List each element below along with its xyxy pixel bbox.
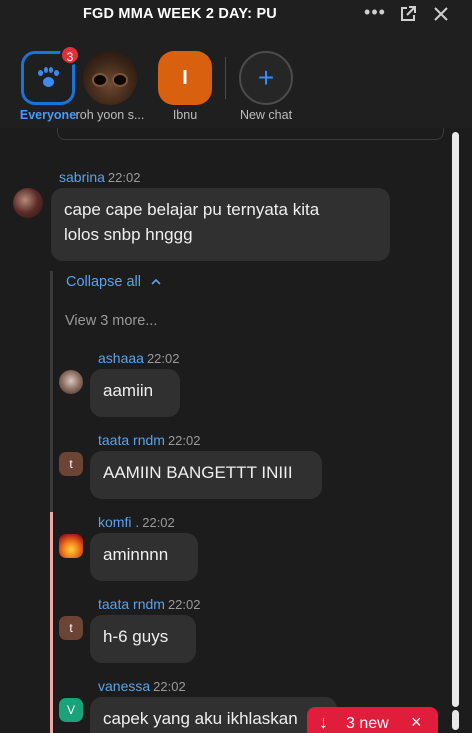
- avatar[interactable]: V: [59, 698, 83, 722]
- message-header: taata rndm 22:02: [98, 596, 200, 612]
- timestamp: 22:02: [146, 351, 180, 366]
- message-bubble[interactable]: cape cape belajar pu ternyata kita lolos…: [51, 188, 390, 261]
- message-header: sabrina 22:02: [59, 169, 140, 185]
- avatar: [83, 51, 137, 105]
- view-more-link[interactable]: View 3 more...: [65, 313, 157, 329]
- new-messages-label: 3 new: [346, 715, 389, 732]
- chat-title: FGD MMA WEEK 2 DAY: PU: [83, 6, 277, 22]
- new-messages-pill[interactable]: ↓ 3 new ×: [307, 707, 438, 733]
- message-header: vanessa 22:02: [98, 678, 186, 694]
- sender-name[interactable]: sabrina: [59, 169, 105, 185]
- sender-name[interactable]: taata rndm: [98, 432, 165, 448]
- message-bubble[interactable]: capek yang aku ikhlaskan: [90, 697, 337, 733]
- sender-name[interactable]: komfi .: [98, 514, 139, 530]
- paw-icon: [36, 67, 60, 89]
- timestamp: 22:02: [142, 515, 175, 530]
- sender-name[interactable]: taata rndm: [98, 596, 165, 612]
- new-chat-label: New chat: [239, 108, 293, 122]
- chevron-up-icon: [151, 278, 161, 285]
- arrow-down-icon: ↓: [319, 712, 328, 732]
- message-bubble[interactable]: aminnnn: [90, 533, 198, 581]
- participant-strip: 3 Everyone roh yoon s... I Ibnu + New ch…: [0, 40, 472, 128]
- message-bubble[interactable]: h-6 guys: [90, 615, 196, 663]
- avatar[interactable]: [59, 534, 83, 558]
- sender-name[interactable]: vanessa: [98, 678, 150, 694]
- timestamp: 22:02: [107, 170, 141, 185]
- plus-icon: +: [239, 51, 293, 105]
- collapse-label: Collapse all: [66, 274, 141, 290]
- message-header: komfi . 22:02: [98, 514, 175, 530]
- message-header: taata rndm 22:02: [98, 432, 200, 448]
- scrollbar-thumb[interactable]: [452, 132, 459, 707]
- title-bar: FGD MMA WEEK 2 DAY: PU •••: [0, 0, 472, 40]
- avatar[interactable]: t: [59, 616, 83, 640]
- message-text: aamiin: [103, 381, 154, 400]
- avatar[interactable]: t: [59, 452, 83, 476]
- timestamp: 22:02: [167, 597, 201, 612]
- collapse-all-button[interactable]: Collapse all: [66, 274, 161, 290]
- timestamp: 22:02: [167, 433, 201, 448]
- chat-thread[interactable]: sabrina 22:02 cape cape belajar pu ternya…: [0, 128, 472, 733]
- popout-icon[interactable]: [394, 2, 422, 26]
- close-icon[interactable]: [427, 2, 455, 26]
- message-text: AAMIIN BANGETTT INIII: [103, 463, 293, 482]
- avatar: I: [158, 51, 212, 105]
- message-text: aminnnn: [103, 545, 169, 564]
- message-bubble[interactable]: AAMIIN BANGETTT INIII: [90, 451, 322, 499]
- avatar[interactable]: [13, 188, 43, 218]
- message-bubble[interactable]: aamiin: [90, 369, 180, 417]
- new-chat-button[interactable]: + New chat: [218, 51, 314, 122]
- scrollbar-thumb-lower[interactable]: [452, 710, 459, 730]
- message-text: cape cape belajar pu ternyata kita: [64, 200, 320, 219]
- more-options-icon[interactable]: •••: [361, 0, 389, 24]
- dismiss-icon[interactable]: ×: [411, 712, 422, 733]
- previous-message-card: [57, 128, 444, 140]
- message-header: ashaaa 22:02: [98, 350, 179, 366]
- avatar[interactable]: [59, 370, 83, 394]
- sender-name[interactable]: ashaaa: [98, 350, 144, 366]
- timestamp: 22:02: [153, 679, 186, 694]
- message-text: h-6 guys: [103, 627, 169, 646]
- message-text: lolos snbp hnggg: [64, 225, 193, 244]
- message-text: capek yang aku ikhlaskan: [103, 709, 298, 728]
- unread-thread-marker: [50, 512, 53, 733]
